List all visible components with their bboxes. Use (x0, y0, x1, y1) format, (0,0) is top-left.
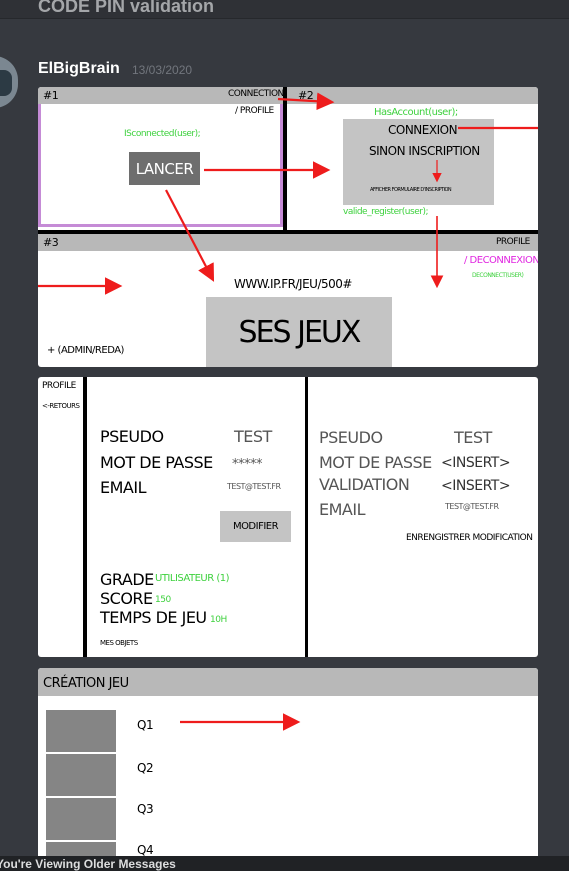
flow-arrows (38, 92, 538, 731)
arrow-lancer-to-url (165, 189, 215, 282)
arrow-connection-to-2 (277, 92, 335, 111)
older-messages-text: You're Viewing Older Messages (0, 857, 176, 871)
older-messages-bar[interactable]: You're Viewing Older Messages (0, 856, 569, 871)
